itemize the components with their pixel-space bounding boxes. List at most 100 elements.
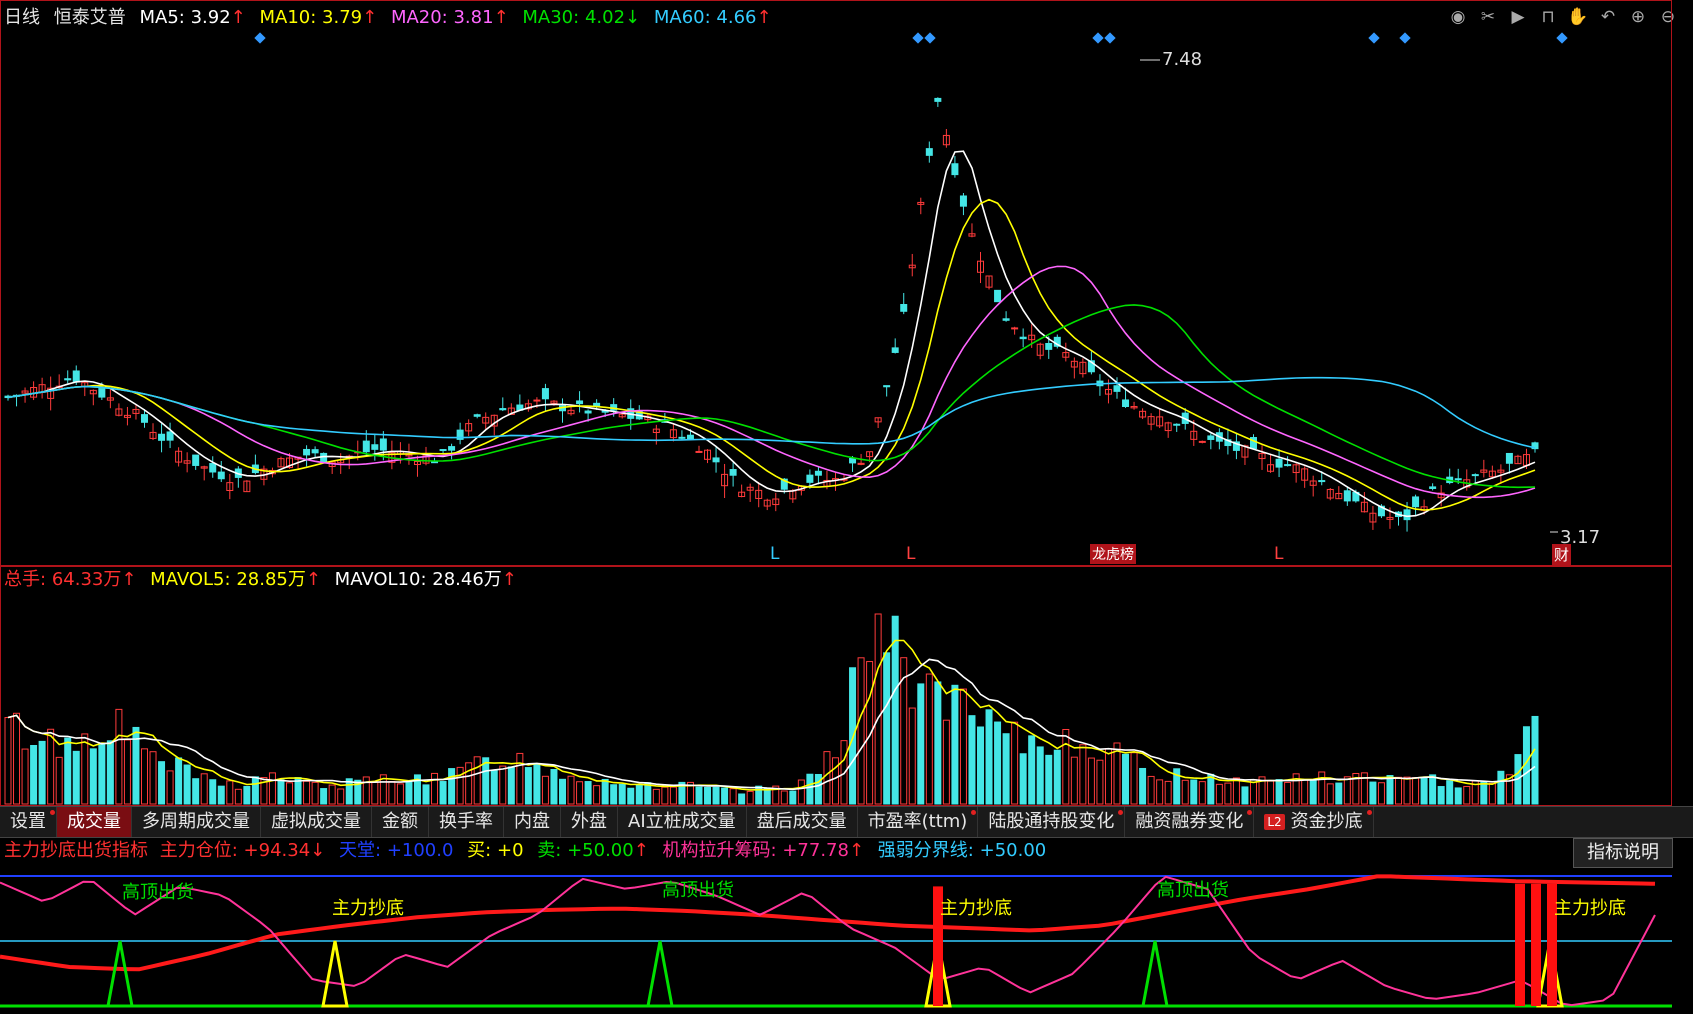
volume-bar bbox=[1079, 744, 1087, 805]
volume-bar bbox=[883, 652, 891, 805]
volume-bar bbox=[968, 715, 976, 805]
candle-body bbox=[593, 402, 601, 407]
volume-bar bbox=[1241, 786, 1249, 805]
tab-0[interactable]: 设置 bbox=[0, 807, 57, 837]
tab-8[interactable]: AI立桩成交量 bbox=[618, 807, 747, 837]
tab-4[interactable]: 金额 bbox=[372, 807, 429, 837]
volume-bar bbox=[328, 784, 336, 805]
candle-body bbox=[959, 195, 967, 207]
volume-bar bbox=[1412, 777, 1420, 805]
volume-bar bbox=[925, 673, 933, 805]
volume-bar bbox=[1377, 782, 1385, 805]
volume-bar bbox=[1053, 749, 1061, 805]
volume-bar bbox=[1326, 783, 1334, 805]
volume-chart[interactable] bbox=[0, 594, 1672, 806]
tab-2[interactable]: 多周期成交量 bbox=[132, 807, 261, 837]
indicator-tab-bar: 设置 成交量 多周期成交量 虚拟成交量 金额 换手率 内盘 外盘 AI立桩成交量 盘后成交量 市盈率… bbox=[0, 806, 1693, 838]
volume-bar bbox=[533, 763, 541, 805]
candle-body bbox=[431, 461, 439, 464]
volume-bar bbox=[780, 790, 788, 805]
volume-bar bbox=[507, 766, 515, 805]
high-price-label: 7.48 bbox=[1162, 49, 1203, 70]
volume-bar bbox=[251, 776, 259, 805]
tab-10[interactable]: 市盈率(ttm) bbox=[858, 807, 979, 837]
volume-bar bbox=[610, 784, 618, 805]
volume-bar bbox=[1395, 776, 1403, 805]
volume-bar bbox=[934, 681, 942, 805]
volume-bar bbox=[158, 761, 166, 805]
candle-body bbox=[72, 370, 80, 383]
volume-bar bbox=[917, 683, 925, 805]
mavol5-line bbox=[7, 639, 1536, 791]
volume-bar bbox=[857, 657, 865, 805]
mavol10-line bbox=[7, 658, 1536, 791]
candle-body bbox=[900, 304, 908, 312]
volume-bar bbox=[166, 770, 174, 805]
candle-body bbox=[806, 474, 814, 483]
candle-body bbox=[883, 385, 891, 388]
volume-bar bbox=[405, 781, 413, 805]
volume-bar bbox=[1284, 781, 1292, 805]
marker-longhubang[interactable]: 龙虎榜 bbox=[1090, 544, 1136, 564]
volume-bar bbox=[371, 781, 379, 805]
volume-bar bbox=[1318, 771, 1326, 805]
price-chart[interactable] bbox=[0, 30, 1672, 566]
candle-body bbox=[311, 449, 319, 454]
candle-body bbox=[541, 388, 549, 400]
volume-bar bbox=[115, 708, 123, 805]
volume-bar bbox=[89, 748, 97, 805]
tab-label: 陆股通持股变化 bbox=[988, 811, 1115, 832]
candle-body bbox=[1412, 496, 1420, 508]
marker-cai[interactable]: 财 bbox=[1552, 544, 1572, 565]
volume-bar bbox=[268, 772, 276, 805]
candle-body bbox=[934, 97, 942, 102]
tab-7[interactable]: 外盘 bbox=[561, 807, 618, 837]
volume-bar bbox=[1104, 748, 1112, 805]
volume-bar bbox=[1301, 779, 1309, 805]
volume-bar bbox=[524, 767, 532, 805]
volume-bar bbox=[439, 781, 447, 805]
volume-bar bbox=[1454, 787, 1462, 805]
candle-body bbox=[891, 347, 899, 353]
notice-dot-icon bbox=[1247, 810, 1253, 815]
candle-body bbox=[686, 434, 694, 440]
event-diamond-icon bbox=[1104, 32, 1116, 44]
tab-1[interactable]: 成交量 bbox=[57, 807, 132, 837]
indicator-explain-button[interactable]: 指标说明 bbox=[1573, 838, 1673, 868]
volume-bar bbox=[337, 788, 345, 805]
notice-dot-icon bbox=[1366, 810, 1372, 815]
volume-bar bbox=[977, 726, 985, 805]
volume-bar bbox=[1463, 785, 1471, 805]
notice-dot-icon bbox=[50, 810, 55, 815]
tab-label: 盘后成交量 bbox=[756, 811, 847, 832]
tab-9[interactable]: 盘后成交量 bbox=[747, 807, 858, 837]
volume-bar bbox=[994, 721, 1002, 805]
volume-bar bbox=[652, 788, 660, 805]
volume-bar bbox=[98, 742, 106, 805]
tab-13[interactable]: L2 资金抄底 bbox=[1254, 807, 1374, 837]
tab-11[interactable]: 陆股通持股变化 bbox=[978, 807, 1126, 837]
volume-bar bbox=[1232, 777, 1240, 805]
tab-12[interactable]: 融资融券变化 bbox=[1125, 807, 1255, 837]
indicator-chart[interactable]: 高顶出货高顶出货高顶出货主力抄底主力抄底主力抄底主力建仓!主力建仓! bbox=[0, 866, 1693, 1014]
tab-3[interactable]: 虚拟成交量 bbox=[261, 807, 372, 837]
notice-dot-icon bbox=[1118, 810, 1124, 815]
candle-body bbox=[951, 163, 959, 176]
candle-body bbox=[217, 471, 225, 480]
marker-l-1: L bbox=[770, 544, 780, 564]
volume-bar bbox=[431, 772, 439, 805]
volume-bar bbox=[72, 750, 80, 805]
marker-l-3: L bbox=[1274, 544, 1284, 564]
volume-bar bbox=[1369, 781, 1377, 805]
build-position-bar bbox=[1531, 883, 1541, 1006]
candle-body bbox=[994, 289, 1002, 303]
volume-bar bbox=[849, 667, 857, 805]
sell-signal-triangle bbox=[106, 940, 134, 1008]
candle-body bbox=[576, 400, 584, 405]
candle-body bbox=[362, 440, 370, 453]
volume-bar bbox=[985, 709, 993, 805]
volume-bar bbox=[891, 615, 899, 805]
volume-bar bbox=[746, 790, 754, 805]
tab-6[interactable]: 内盘 bbox=[504, 807, 561, 837]
tab-5[interactable]: 换手率 bbox=[429, 807, 504, 837]
